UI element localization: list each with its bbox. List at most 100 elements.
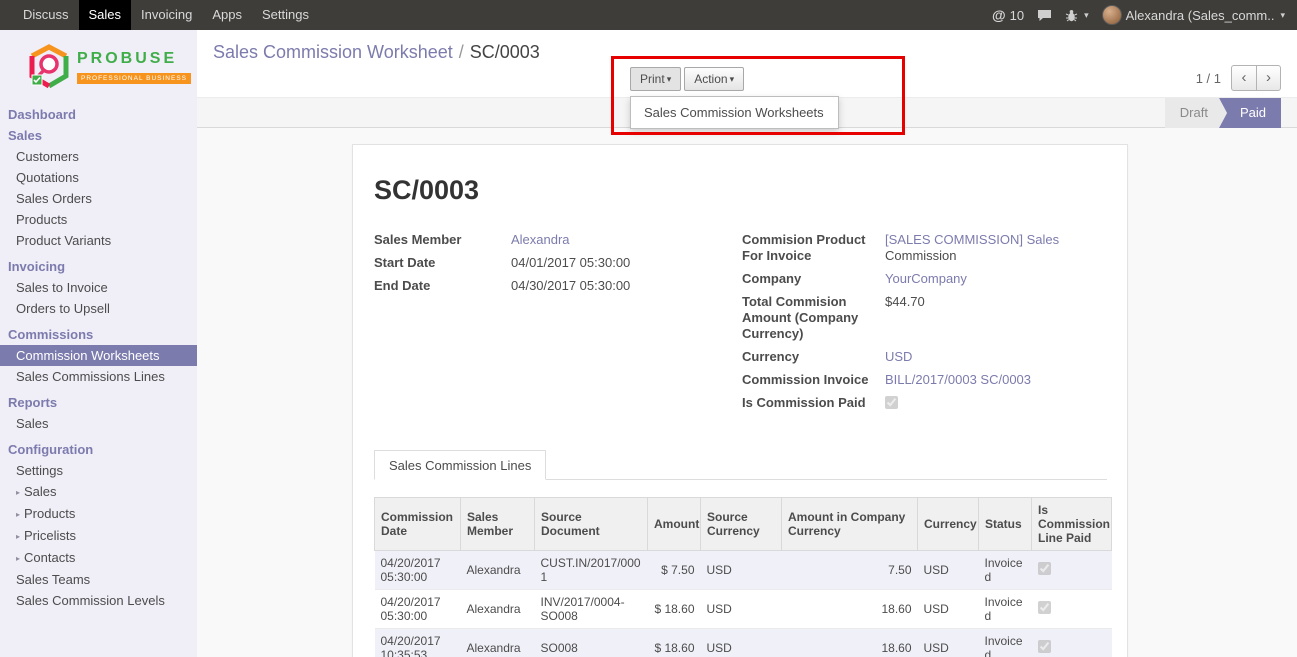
chevron-down-icon: ▾ bbox=[1084, 10, 1089, 21]
sidebar-section-invoicing[interactable]: Invoicing bbox=[0, 256, 197, 277]
col-currency: Currency bbox=[918, 498, 979, 551]
mention-icon: @ bbox=[992, 7, 1006, 23]
status-stage-paid[interactable]: Paid bbox=[1219, 98, 1281, 128]
field-label: Company bbox=[742, 271, 885, 287]
sidebar-item-config-contacts[interactable]: ▸Contacts bbox=[0, 547, 197, 569]
breadcrumb: Sales Commission Worksheet/SC/0003 bbox=[213, 42, 540, 63]
cell-source: SO008 bbox=[535, 629, 648, 657]
cell-source: INV/2017/0004-SO008 bbox=[535, 590, 648, 629]
commission-product-link[interactable]: [SALES COMMISSION] Sales bbox=[885, 232, 1059, 247]
table-row[interactable]: 04/20/2017 05:30:00 Alexandra INV/2017/0… bbox=[375, 590, 1112, 629]
sidebar-item-sales-teams[interactable]: Sales Teams bbox=[0, 569, 197, 590]
cell-status: Invoiced bbox=[979, 590, 1032, 629]
sidebar-section-commissions[interactable]: Commissions bbox=[0, 324, 197, 345]
commission-invoice-link[interactable]: BILL/2017/0003 SC/0003 bbox=[885, 372, 1031, 388]
sidebar-item-sales-commissions-lines[interactable]: Sales Commissions Lines bbox=[0, 366, 197, 387]
control-panel-buttons: Print ▾ Action ▾ bbox=[630, 67, 744, 91]
commission-product-rest: Commission bbox=[885, 248, 1059, 264]
cell-status: Invoiced bbox=[979, 629, 1032, 657]
sidebar-nav: Dashboard Sales Customers Quotations Sal… bbox=[0, 104, 197, 611]
menu-invoicing[interactable]: Invoicing bbox=[131, 0, 202, 30]
menu-settings[interactable]: Settings bbox=[252, 0, 319, 30]
field-company: Company YourCompany bbox=[742, 271, 1107, 287]
sidebar-item-products[interactable]: Products bbox=[0, 209, 197, 230]
breadcrumb-parent[interactable]: Sales Commission Worksheet bbox=[213, 42, 453, 62]
logo-hexagon-icon bbox=[28, 44, 70, 90]
menu-sales[interactable]: Sales bbox=[79, 0, 132, 30]
col-source-document: Source Document bbox=[535, 498, 648, 551]
control-panel: Sales Commission Worksheet/SC/0003 Print… bbox=[197, 30, 1297, 97]
chevron-down-icon: ▾ bbox=[730, 74, 735, 85]
table-row[interactable]: 04/20/2017 10:35:53 Alexandra SO008 $ 18… bbox=[375, 629, 1112, 657]
commission-lines-table: Commission Date Sales Member Source Docu… bbox=[374, 497, 1112, 657]
sidebar-section-reports[interactable]: Reports bbox=[0, 392, 197, 413]
dropdown-item-sales-commission-worksheets[interactable]: Sales Commission Worksheets bbox=[631, 101, 838, 124]
table-row[interactable]: 04/20/2017 05:30:00 Alexandra CUST.IN/20… bbox=[375, 551, 1112, 590]
company-link[interactable]: YourCompany bbox=[885, 271, 967, 287]
cell-member: Alexandra bbox=[461, 590, 535, 629]
field-commission-invoice: Commission Invoice BILL/2017/0003 SC/000… bbox=[742, 372, 1107, 388]
mention-counter[interactable]: @ 10 bbox=[992, 7, 1024, 23]
cell-date: 04/20/2017 10:35:53 bbox=[375, 629, 461, 657]
app-menu: Discuss Sales Invoicing Apps Settings bbox=[0, 0, 319, 30]
sidebar-item-customers[interactable]: Customers bbox=[0, 146, 197, 167]
sidebar-section-configuration[interactable]: Configuration bbox=[0, 439, 197, 460]
sidebar-item-settings[interactable]: Settings bbox=[0, 460, 197, 481]
print-button-label: Print bbox=[640, 72, 665, 86]
cell-source-currency: USD bbox=[701, 551, 782, 590]
field-label: Total Commision Amount (Company Currency… bbox=[742, 294, 885, 342]
pager-next-button[interactable]: › bbox=[1256, 65, 1281, 91]
sidebar-item-label: Contacts bbox=[24, 550, 75, 565]
table-header-row: Commission Date Sales Member Source Docu… bbox=[375, 498, 1112, 551]
field-sales-member: Sales Member Alexandra bbox=[374, 232, 742, 248]
cell-amount-company: 18.60 bbox=[782, 590, 918, 629]
brand-tagline: PROFESSIONAL BUSINESS bbox=[77, 73, 191, 84]
sidebar-item-config-sales[interactable]: ▸Sales bbox=[0, 481, 197, 503]
form-sheet: SC/0003 Sales Member Alexandra Start Dat… bbox=[352, 144, 1128, 657]
messages-button[interactable] bbox=[1037, 9, 1052, 22]
field-label: End Date bbox=[374, 278, 511, 294]
pager-previous-button[interactable]: ‹ bbox=[1231, 65, 1256, 91]
mention-count: 10 bbox=[1010, 8, 1024, 23]
user-menu[interactable]: Alexandra (Sales_comm.. ▾ bbox=[1102, 5, 1285, 25]
sidebar-item-sales-to-invoice[interactable]: Sales to Invoice bbox=[0, 277, 197, 298]
debug-menu[interactable]: ▾ bbox=[1065, 9, 1089, 22]
sidebar-item-config-pricelists[interactable]: ▸Pricelists bbox=[0, 525, 197, 547]
tab-sales-commission-lines[interactable]: Sales Commission Lines bbox=[374, 450, 546, 480]
col-is-commission-line-paid: Is Commission Line Paid bbox=[1032, 498, 1112, 551]
menu-discuss[interactable]: Discuss bbox=[13, 0, 79, 30]
status-stage-draft[interactable]: Draft bbox=[1165, 98, 1227, 128]
cell-amount-company: 18.60 bbox=[782, 629, 918, 657]
sidebar-item-orders-to-upsell[interactable]: Orders to Upsell bbox=[0, 298, 197, 319]
notebook: Sales Commission Lines Commission Date S… bbox=[374, 450, 1107, 657]
sidebar-section-sales[interactable]: Sales bbox=[0, 125, 197, 146]
cell-member: Alexandra bbox=[461, 629, 535, 657]
pager-value: 1 / 1 bbox=[1196, 71, 1221, 86]
sidebar-item-sales-orders[interactable]: Sales Orders bbox=[0, 188, 197, 209]
sidebar-item-config-products[interactable]: ▸Products bbox=[0, 503, 197, 525]
sidebar-item-product-variants[interactable]: Product Variants bbox=[0, 230, 197, 251]
sidebar-item-commission-worksheets[interactable]: Commission Worksheets bbox=[0, 345, 197, 366]
sidebar-item-label: Sales bbox=[24, 484, 57, 499]
top-bar: Discuss Sales Invoicing Apps Settings @ … bbox=[0, 0, 1297, 30]
col-commission-date: Commission Date bbox=[375, 498, 461, 551]
cell-line-paid bbox=[1032, 629, 1112, 657]
menu-apps[interactable]: Apps bbox=[202, 0, 252, 30]
action-button-label: Action bbox=[694, 72, 727, 86]
sales-member-link[interactable]: Alexandra bbox=[511, 232, 570, 248]
cell-currency: USD bbox=[918, 590, 979, 629]
print-button[interactable]: Print ▾ bbox=[630, 67, 681, 91]
field-group-left: Sales Member Alexandra Start Date 04/01/… bbox=[374, 232, 742, 420]
commission-line-paid-checkbox bbox=[1038, 562, 1051, 575]
action-button[interactable]: Action ▾ bbox=[684, 67, 744, 91]
sidebar-item-quotations[interactable]: Quotations bbox=[0, 167, 197, 188]
sidebar-item-sales-commission-levels[interactable]: Sales Commission Levels bbox=[0, 590, 197, 611]
sidebar-section-dashboard[interactable]: Dashboard bbox=[0, 104, 197, 125]
form-view: SC/0003 Sales Member Alexandra Start Dat… bbox=[197, 128, 1297, 657]
field-label: Is Commission Paid bbox=[742, 395, 885, 411]
sidebar-item-reports-sales[interactable]: Sales bbox=[0, 413, 197, 434]
currency-link[interactable]: USD bbox=[885, 349, 912, 365]
field-end-date: End Date 04/30/2017 05:30:00 bbox=[374, 278, 742, 294]
cell-source-currency: USD bbox=[701, 590, 782, 629]
field-label: Commision Product For Invoice bbox=[742, 232, 885, 264]
